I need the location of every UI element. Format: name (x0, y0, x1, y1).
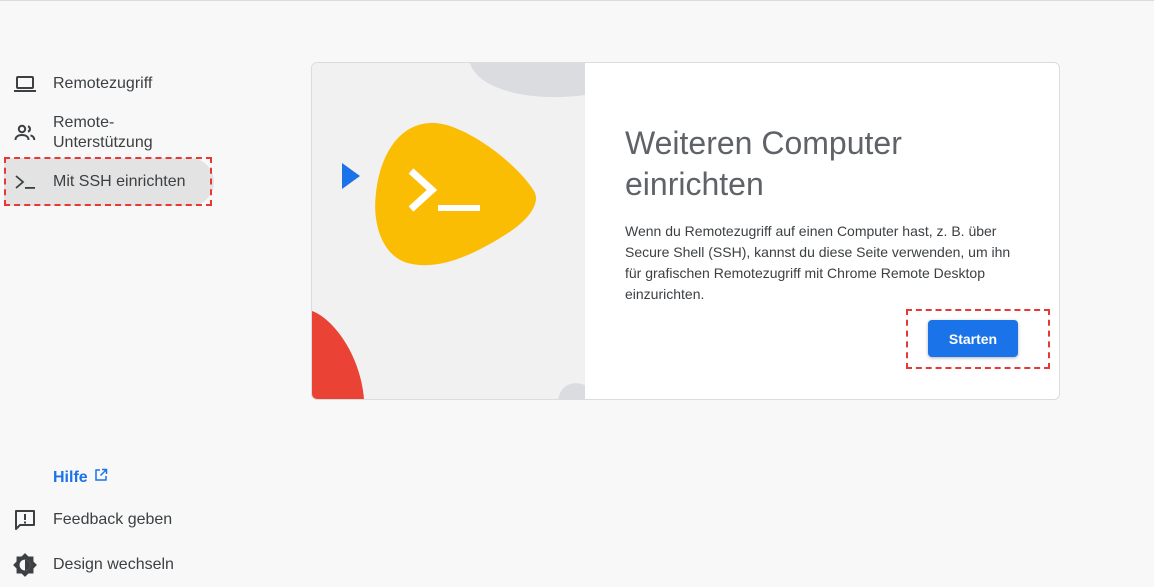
start-button[interactable]: Starten (928, 320, 1018, 357)
sidebar-item-feedback[interactable]: Feedback geben (0, 498, 215, 542)
card-description: Wenn du Remotezugriff auf einen Computer… (625, 223, 1011, 302)
feedback-icon (12, 507, 38, 533)
sidebar-item-remote-support[interactable]: Remote- Unterstützung (0, 110, 215, 156)
people-icon (12, 120, 38, 146)
sidebar-item-label: Mit SSH einrichten (53, 173, 186, 190)
terminal-icon (12, 169, 38, 195)
ssh-illustration (312, 63, 585, 399)
sidebar-item-design[interactable]: Design wechseln (0, 543, 215, 587)
top-divider (0, 0, 1154, 1)
help-label: Hilfe (53, 468, 88, 486)
setup-card: Weiteren Computer einrichten Wenn du Rem… (311, 62, 1060, 400)
sidebar-item-label: Remote- Unterstützung (53, 114, 153, 151)
help-link[interactable]: Hilfe (53, 468, 108, 487)
sidebar-item-label: Feedback geben (53, 511, 173, 528)
sidebar-item-remote-access[interactable]: Remotezugriff (0, 62, 215, 106)
laptop-icon (12, 71, 38, 97)
theme-toggle-icon (12, 552, 38, 578)
sidebar-item-label: Design wechseln (53, 556, 174, 573)
external-link-icon (94, 468, 108, 487)
sidebar-item-ssh-setup[interactable]: Mit SSH einrichten (4, 158, 214, 206)
card-title: Weiteren Computer einrichten (625, 125, 902, 202)
sidebar-item-label: Remotezugriff (53, 75, 153, 92)
